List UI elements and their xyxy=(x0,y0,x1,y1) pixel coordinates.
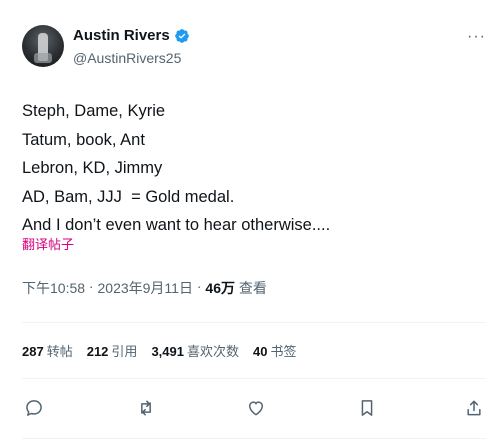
tweet-card: Austin Rivers @AustinRivers25 ··· Steph,… xyxy=(0,0,500,440)
tweet-line: And I don’t even want to hear otherwise.… xyxy=(22,216,331,234)
tweet-line: Lebron, KD, Jimmy xyxy=(22,159,163,177)
tweet-meta: 下午10:58 · 2023年9月11日 · 46万 查看 xyxy=(22,278,267,298)
engagement-stats: 287 转帖 212 引用 3,491 喜欢次数 40 书签 xyxy=(22,341,296,360)
tweet-date[interactable]: 2023年9月11日 xyxy=(98,278,193,298)
retweet-icon[interactable] xyxy=(134,396,158,420)
translate-post-link[interactable]: 翻译帖子 xyxy=(22,234,74,253)
tweet-line: Tatum, book, Ant xyxy=(22,130,145,149)
tweet-line: AD, Bam, JJJ = Gold medal. xyxy=(22,187,235,206)
tweet-line: Steph, Dame, Kyrie xyxy=(22,102,166,120)
tweet-text: Steph, Dame, Kyrie Tatum, book, Ant Lebr… xyxy=(22,97,482,240)
views-label: 查看 xyxy=(235,280,267,296)
avatar-figure-base xyxy=(34,53,52,63)
stat-value: 287 xyxy=(22,344,44,359)
avatar[interactable] xyxy=(22,25,64,67)
meta-separator: · xyxy=(192,278,206,294)
divider xyxy=(22,438,486,439)
stat-quotes[interactable]: 212 引用 xyxy=(87,341,138,360)
like-icon[interactable] xyxy=(244,396,268,420)
meta-separator: · xyxy=(85,278,98,294)
author-handle[interactable]: @AustinRivers25 xyxy=(73,50,181,66)
author-display-name[interactable]: Austin Rivers xyxy=(73,27,170,44)
stat-value: 3,491 xyxy=(151,344,184,359)
stat-reposts[interactable]: 287 转帖 xyxy=(22,341,73,360)
stat-value: 212 xyxy=(86,344,109,359)
stat-label: 引用 xyxy=(111,344,138,359)
tweet-time[interactable]: 下午10:58 xyxy=(22,278,85,298)
stat-label: 喜欢次数 xyxy=(186,344,239,359)
stat-label: 书签 xyxy=(270,344,297,359)
more-options-icon[interactable]: ··· xyxy=(467,28,486,46)
divider xyxy=(22,322,486,323)
reply-icon[interactable] xyxy=(22,396,46,420)
stat-value: 40 xyxy=(253,344,268,359)
share-icon[interactable] xyxy=(462,396,486,420)
stat-bookmarks[interactable]: 40 书签 xyxy=(253,341,296,360)
bookmark-icon[interactable] xyxy=(355,396,379,420)
divider xyxy=(22,378,486,379)
stat-label: 转帖 xyxy=(46,344,73,359)
views-count[interactable]: 46万 xyxy=(205,278,235,298)
author-name-row: Austin Rivers xyxy=(73,27,190,44)
action-bar xyxy=(22,396,486,420)
stat-likes[interactable]: 3,491 喜欢次数 xyxy=(151,341,239,360)
verified-badge-icon[interactable] xyxy=(174,28,190,44)
